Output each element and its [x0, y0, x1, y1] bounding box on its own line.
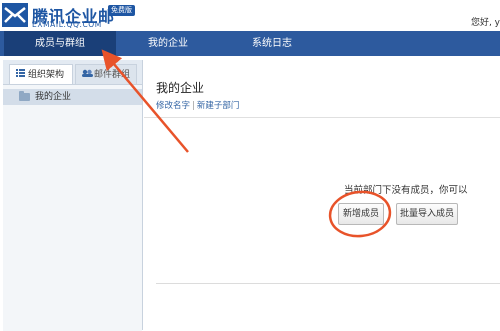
header: 腾讯企业邮 免费版 EXMAIL.QQ.COM 您好, y — [0, 0, 500, 31]
add-member-button[interactable]: 新增成员 — [338, 203, 384, 225]
tree-item-label: 我的企业 — [35, 92, 72, 102]
tree-item-my-enterprise[interactable]: 我的企业 — [3, 89, 142, 105]
new-subdepartment-link[interactable]: 新建子部门 — [197, 101, 240, 111]
main-nav: 成员与群组 我的企业 系统日志 — [0, 31, 500, 56]
sidebar-tabs: 组织架构 邮件群组 — [3, 64, 142, 86]
plan-badge: 免费版 — [108, 5, 135, 16]
link-separator: | — [192, 101, 195, 111]
nav-members-groups[interactable]: 成员与群组 — [4, 31, 116, 56]
brand-domain: EXMAIL.QQ.COM — [32, 20, 102, 29]
batch-import-button[interactable]: 批量导入成员 — [396, 203, 458, 225]
group-icon — [82, 65, 94, 85]
nav-system-log[interactable]: 系统日志 — [234, 31, 310, 56]
tab-org-structure-label: 组织架构 — [28, 70, 65, 80]
sidebar: 组织架构 邮件群组 我的企业 — [3, 60, 143, 331]
rename-link[interactable]: 修改名字 — [156, 101, 190, 111]
empty-state-message: 当前部门下没有成员，你可以 — [344, 185, 468, 196]
list-icon — [16, 65, 28, 85]
tab-mail-groups[interactable]: 邮件群组 — [75, 64, 137, 86]
tab-org-structure[interactable]: 组织架构 — [9, 64, 73, 85]
content-divider — [156, 283, 500, 284]
main-panel: 我的企业 修改名字 | 新建子部门 当前部门下没有成员，你可以 新增成员 批量导入成… — [144, 60, 500, 330]
page-title: 我的企业 — [156, 81, 205, 95]
folder-icon — [19, 91, 30, 101]
department-actions: 修改名字 | 新建子部门 — [156, 99, 239, 111]
nav-my-enterprise[interactable]: 我的企业 — [130, 31, 206, 56]
title-divider — [144, 117, 500, 118]
tab-mail-groups-label: 邮件群组 — [94, 70, 131, 80]
org-tree: 我的企业 — [3, 84, 142, 331]
user-greeting: 您好, y — [470, 18, 500, 28]
logo-icon — [2, 3, 28, 27]
